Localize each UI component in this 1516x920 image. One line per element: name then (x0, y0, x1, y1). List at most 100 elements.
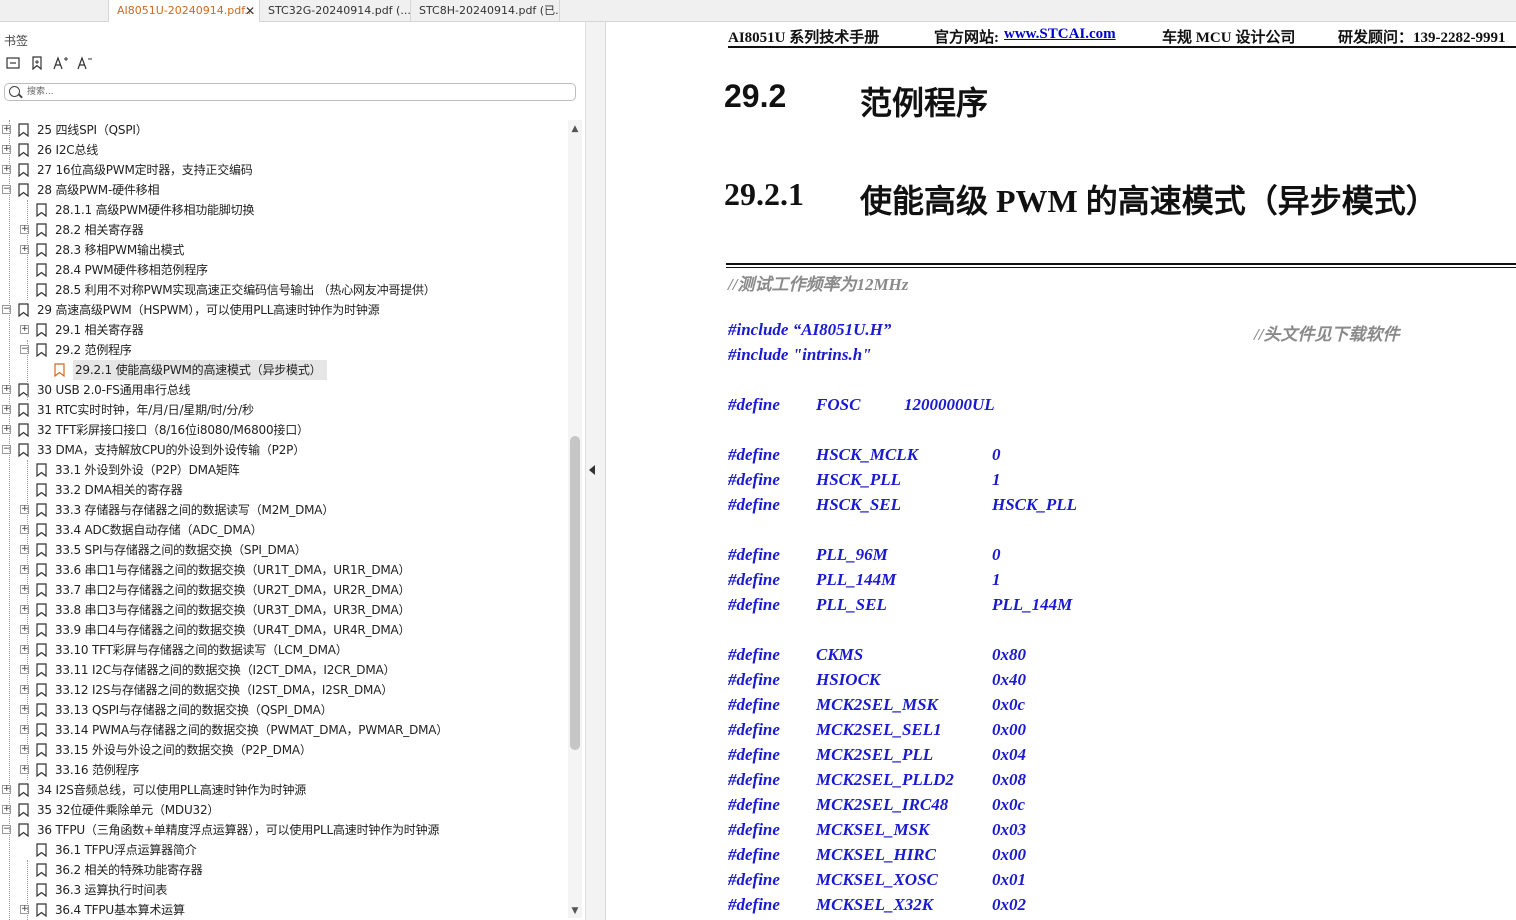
define-name: FOSC (816, 395, 861, 414)
bookmark-label: 33.13 QSPI与存储器之间的数据交换（QSPI_DMA） (55, 703, 333, 717)
bookmark-item[interactable]: +33.15 外设与外设之间的数据交换（P2P_DMA） (0, 740, 566, 760)
bookmark-search[interactable] (4, 83, 576, 101)
bookmark-item[interactable]: 33.1 外设到外设（P2P）DMA矩阵 (0, 460, 566, 480)
define-value: PLL_144M (992, 595, 1073, 614)
bookmark-icon (36, 863, 47, 877)
collapse-all-icon[interactable] (4, 56, 22, 74)
bookmark-label: 32 TFT彩屏接口接口（8/16位i8080/M6800接口） (37, 423, 309, 437)
bookmark-item[interactable]: +33.11 I2C与存储器之间的数据交换（I2CT_DMA，I2CR_DMA） (0, 660, 566, 680)
expand-icon[interactable]: + (20, 325, 29, 334)
scroll-down-icon[interactable]: ▼ (570, 906, 580, 916)
bookmark-label: 28.5 利用不对称PWM实现高速正交编码信号输出 （热心网友冲哥提供） (55, 283, 436, 297)
bookmark-item[interactable]: +33.4 ADC数据自动存储（ADC_DMA） (0, 520, 566, 540)
header-site-label: 官方网站: (934, 30, 999, 46)
panel-title: 书签 (4, 34, 29, 48)
define-value: 0 (992, 545, 1001, 564)
close-icon[interactable]: ✕ (245, 0, 255, 22)
bookmark-item[interactable]: +34 I2S音频总线，可以使用PLL高速时钟作为时钟源 (0, 780, 566, 800)
bookmark-item[interactable]: −29 高速高级PWM（HSPWM），可以使用PLL高速时钟作为时钟源 (0, 300, 566, 320)
add-bookmark-icon[interactable] (28, 56, 46, 74)
panel-collapse-bar[interactable] (586, 22, 606, 920)
bookmark-item[interactable]: +29.1 相关寄存器 (0, 320, 566, 340)
define-keyword: #define (728, 495, 780, 514)
tree-scrollbar[interactable]: ▲ ▼ (568, 120, 582, 918)
bookmark-item[interactable]: +33.7 串口2与存储器之间的数据交换（UR2T_DMA，UR2R_DMA） (0, 580, 566, 600)
bookmark-icon (36, 763, 47, 777)
bookmark-item[interactable]: −28 高级PWM-硬件移相 (0, 180, 566, 200)
bookmark-label: 30 USB 2.0-FS通用串行总线 (37, 383, 191, 397)
bookmark-item[interactable]: −29.2 范例程序 (0, 340, 566, 360)
bookmark-item[interactable]: 28.5 利用不对称PWM实现高速正交编码信号输出 （热心网友冲哥提供） (0, 280, 566, 300)
search-input[interactable] (27, 85, 567, 99)
collapse-arrow-icon[interactable] (589, 465, 595, 475)
bookmark-item[interactable]: 28.4 PWM硬件移相范例程序 (0, 260, 566, 280)
bookmark-item[interactable]: −36 TFPU（三角函数+单精度浮点运算器），可以使用PLL高速时钟作为时钟源 (0, 820, 566, 840)
page-header: AI8051U 系列技术手册 官方网站: www.STCAI.com 车规 MC… (728, 26, 1516, 48)
bookmark-label: 28.4 PWM硬件移相范例程序 (55, 263, 208, 277)
tab-stc32g[interactable]: STC32G-20240914.pdf (... (260, 0, 411, 22)
define-keyword: #define (728, 645, 780, 664)
define-value: 0x08 (992, 770, 1026, 789)
bookmark-label: 28 高级PWM-硬件移相 (37, 183, 160, 197)
define-name: MCK2SEL_IRC48 (816, 795, 949, 814)
bookmark-item[interactable]: +28.3 移相PWM输出模式 (0, 240, 566, 260)
header-company: 车规 MCU 设计公司 (1162, 30, 1296, 46)
bookmark-icon (36, 343, 47, 357)
bookmark-item[interactable]: +33.12 I2S与存储器之间的数据交换（I2ST_DMA，I2SR_DMA） (0, 680, 566, 700)
bookmark-item[interactable]: +28.2 相关寄存器 (0, 220, 566, 240)
bookmark-icon (36, 563, 47, 577)
bookmark-item[interactable]: +35 32位硬件乘除单元（MDU32） (0, 800, 566, 820)
bookmark-label: 33.7 串口2与存储器之间的数据交换（UR2T_DMA，UR2R_DMA） (55, 583, 411, 597)
define-value: HSCK_PLL (992, 495, 1078, 514)
tab-stc8h[interactable]: STC8H-20240914.pdf (已... (411, 0, 560, 22)
bookmark-icon (36, 663, 47, 677)
bookmark-icon (36, 323, 47, 337)
bookmark-item[interactable]: +33.8 串口3与存储器之间的数据交换（UR3T_DMA，UR3R_DMA） (0, 600, 566, 620)
bookmark-icon (36, 603, 47, 617)
tree-guide-line (27, 860, 28, 920)
define-name: HSIOCK (816, 670, 881, 689)
bookmark-item[interactable]: +33.13 QSPI与存储器之间的数据交换（QSPI_DMA） (0, 700, 566, 720)
define-name: PLL_144M (816, 570, 897, 589)
bookmark-item[interactable]: 36.1 TFPU浮点运算器简介 (0, 840, 566, 860)
bookmark-panel: 书签 +25 四线SPI（QSPI）+26 I2C总线+27 16位高级PWM定… (0, 22, 586, 920)
define-name: MCK2SEL_PLLD2 (816, 770, 954, 789)
bookmark-item[interactable]: +33.6 串口1与存储器之间的数据交换（UR1T_DMA，UR1R_DMA） (0, 560, 566, 580)
bookmark-item[interactable]: +33.14 PWMA与存储器之间的数据交换（PWMAT_DMA，PWMAR_D… (0, 720, 566, 740)
bookmark-item[interactable]: +26 I2C总线 (0, 140, 566, 160)
scroll-up-icon[interactable]: ▲ (570, 124, 580, 134)
define-keyword: #define (728, 695, 780, 714)
tree-guide-line (27, 340, 28, 400)
bookmark-item[interactable]: +36.4 TFPU基本算术运算 (0, 900, 566, 920)
bookmark-item[interactable]: +33.9 串口4与存储器之间的数据交换（UR4T_DMA，UR4R_DMA） (0, 620, 566, 640)
bookmark-item[interactable]: +25 四线SPI（QSPI） (0, 120, 566, 140)
subsection-title: 使能高级 PWM 的高速模式（异步模式） (860, 183, 1438, 219)
bookmark-item[interactable]: 36.3 运算执行时间表 (0, 880, 566, 900)
bookmark-item[interactable]: +31 RTC实时时钟，年/月/日/星期/时/分/秒 (0, 400, 566, 420)
bookmark-label: 33.8 串口3与存储器之间的数据交换（UR3T_DMA，UR3R_DMA） (55, 603, 411, 617)
bookmark-label: 36.4 TFPU基本算术运算 (55, 903, 185, 917)
bookmark-item[interactable]: 28.1.1 高级PWM硬件移相功能脚切换 (0, 200, 566, 220)
bookmark-item[interactable]: 33.2 DMA相关的寄存器 (0, 480, 566, 500)
bookmark-label: 25 四线SPI（QSPI） (37, 123, 148, 137)
bookmark-item[interactable]: +33.10 TFT彩屏与存储器之间的数据读写（LCM_DMA） (0, 640, 566, 660)
bookmark-item[interactable]: +27 16位高级PWM定时器，支持正交编码 (0, 160, 566, 180)
bookmark-icon (18, 303, 29, 317)
bookmark-item[interactable]: −33 DMA，支持解放CPU的外设到外设传输（P2P） (0, 440, 566, 460)
tab-label: AI8051U-20240914.pdf... (117, 4, 255, 17)
define-value: 0x40 (992, 670, 1026, 689)
bookmark-item[interactable]: +32 TFT彩屏接口接口（8/16位i8080/M6800接口） (0, 420, 566, 440)
bookmark-item[interactable]: 36.2 相关的特殊功能寄存器 (0, 860, 566, 880)
bookmark-label: 36.2 相关的特殊功能寄存器 (55, 863, 203, 877)
header-site-link[interactable]: www.STCAI.com (1004, 26, 1116, 43)
tab-ai8051u[interactable]: AI8051U-20240914.pdf... ✕ (108, 0, 260, 22)
bookmark-item[interactable]: +33.3 存储器与存储器之间的数据读写（M2M_DMA） (0, 500, 566, 520)
bookmark-label: 34 I2S音频总线，可以使用PLL高速时钟作为时钟源 (37, 783, 307, 797)
bookmark-item[interactable]: +30 USB 2.0-FS通用串行总线 (0, 380, 566, 400)
bookmark-item[interactable]: 29.2.1 使能高级PWM的高速模式（异步模式） (0, 360, 566, 380)
scrollbar-thumb[interactable] (570, 436, 580, 750)
font-increase-icon[interactable] (52, 56, 70, 74)
bookmark-item[interactable]: +33.5 SPI与存储器之间的数据交换（SPI_DMA） (0, 540, 566, 560)
font-decrease-icon[interactable] (76, 56, 94, 74)
bookmark-item[interactable]: +33.16 范例程序 (0, 760, 566, 780)
